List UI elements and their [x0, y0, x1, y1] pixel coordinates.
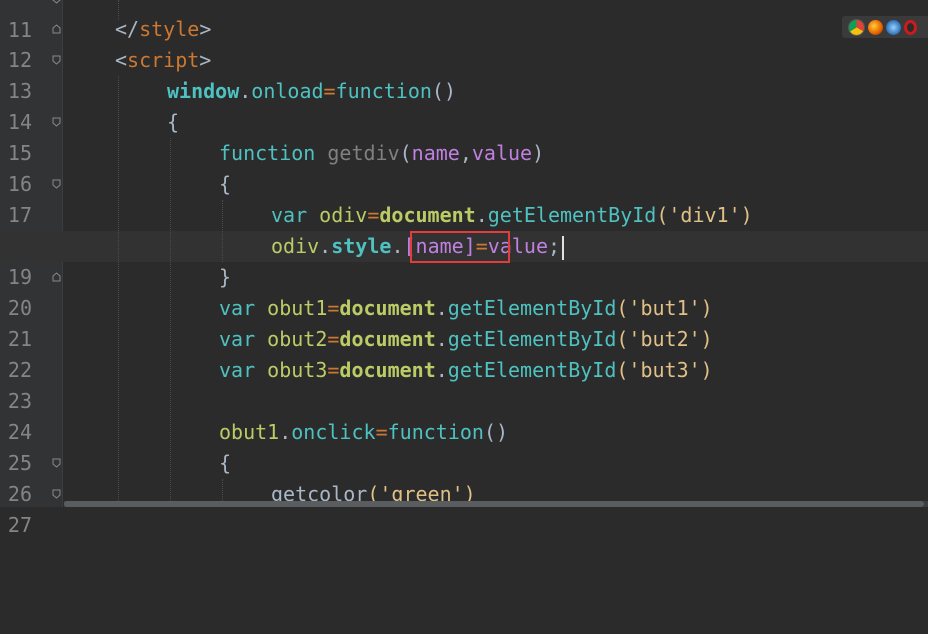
indent-guide: [118, 0, 119, 20]
horizontal-scrollbar[interactable]: [64, 501, 928, 507]
code-text: </style>: [115, 17, 212, 41]
code-line[interactable]: 16 function getdiv(name,value): [0, 138, 928, 196]
scrollbar-thumb[interactable]: [64, 501, 924, 507]
code-text: {: [219, 172, 232, 196]
code-line[interactable]: 21 var obut1=document.getElementById('bu…: [0, 293, 928, 351]
fold-marker-icon[interactable]: [52, 458, 61, 468]
fold-marker-icon[interactable]: [52, 179, 61, 189]
code-text: {: [167, 110, 180, 134]
code-line[interactable]: 24: [0, 386, 928, 444]
code-editor[interactable]: 11 12 </style> 13 <script> 14 window.onl…: [0, 0, 928, 537]
line-number: 27: [7, 513, 32, 537]
text-caret: [562, 235, 565, 260]
indent-guide: [118, 76, 119, 507]
code-text: var odiv=document.getElementById('div1'): [271, 203, 753, 227]
code-line[interactable]: 17 {: [0, 169, 928, 227]
code-line[interactable]: 20 }: [0, 262, 928, 320]
code-text: {: [219, 451, 232, 475]
fold-marker-icon[interactable]: [52, 272, 61, 282]
code-line[interactable]: 15 {: [0, 107, 928, 165]
code-line[interactable]: 18 var odiv=document.getElementById('div…: [0, 200, 928, 258]
code-text: var obut1=document.getElementById('but1'…: [219, 296, 713, 320]
code-text: }: [219, 265, 232, 289]
code-text: window.onload=function(): [167, 79, 457, 103]
code-line[interactable]: 23 var obut3=document.getElementById('bu…: [0, 355, 928, 413]
chrome-icon[interactable]: [848, 18, 865, 36]
fold-marker-icon[interactable]: [52, 117, 61, 127]
highlight-annotation-box: [410, 231, 510, 263]
browser-preview-toolbar: [842, 16, 928, 38]
firefox-icon[interactable]: [868, 19, 883, 35]
code-line[interactable]: 22 var obut2=document.getElementById('bu…: [0, 324, 928, 382]
fold-marker-icon[interactable]: [52, 0, 61, 4]
code-text: var obut3=document.getElementById('but3'…: [219, 358, 713, 382]
code-line[interactable]: 25 obut1.onclick=function(): [0, 417, 928, 475]
code-line[interactable]: 26 {: [0, 448, 928, 506]
code-text: obut1.onclick=function(): [219, 420, 509, 444]
fold-marker-icon[interactable]: [52, 24, 61, 34]
fold-marker-icon[interactable]: [52, 55, 61, 65]
code-text: var obut2=document.getElementById('but2'…: [219, 327, 713, 351]
ie-icon[interactable]: [886, 19, 901, 35]
code-text: <script>: [115, 48, 212, 72]
code-line[interactable]: 13 <script>: [0, 45, 928, 103]
opera-icon[interactable]: [904, 19, 917, 35]
code-line[interactable]: 14 window.onload=function(): [0, 76, 928, 134]
indent-guide: [222, 200, 223, 262]
code-line[interactable]: 12 </style>: [0, 14, 928, 72]
fold-marker-icon[interactable]: [52, 489, 61, 499]
code-line[interactable]: 11: [0, 0, 928, 42]
code-text: function getdiv(name,value): [219, 141, 545, 165]
indent-guide: [170, 138, 171, 507]
